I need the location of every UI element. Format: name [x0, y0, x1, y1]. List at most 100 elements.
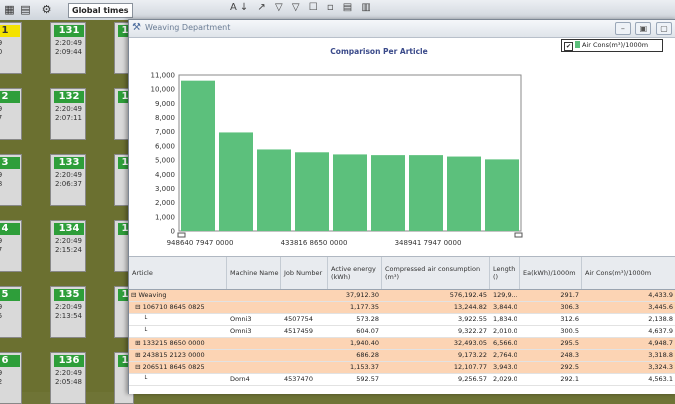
- column-header[interactable]: Ea(kWh)/1000m: [520, 257, 582, 289]
- table-cell: 291.7: [560, 291, 579, 299]
- table-cell: 13,244.82: [453, 303, 487, 311]
- bar: [257, 149, 291, 231]
- tile-time-2: :17: [0, 114, 3, 122]
- table-cell: [284, 350, 325, 361]
- machine-tile[interactable]: 136 2:20:49 2:05:48: [50, 352, 86, 404]
- global-times-field[interactable]: Global times: [68, 3, 133, 18]
- chart-icon[interactable]: ▦: [3, 3, 16, 16]
- y-tick-label: 11,000: [151, 72, 176, 80]
- range-handle-right: [514, 232, 523, 238]
- table-cell: [230, 302, 278, 313]
- machine-tile[interactable]: 2:49:17: [0, 88, 22, 140]
- table-row[interactable]: └ Omni3 4507754 573.28 3,922.55 1,834.0 312.6 2…: [129, 314, 675, 326]
- machine-tile[interactable]: 5:49:55: [0, 286, 22, 338]
- machine-tile[interactable]: 135 2:20:49 2:13:54: [50, 286, 86, 338]
- table-cell: 306.3: [560, 303, 579, 311]
- table-cell: [284, 362, 325, 373]
- tile-time-1: 2:20:49: [55, 237, 82, 245]
- tile-time-1: :49: [0, 39, 3, 47]
- table-row[interactable]: ⊞ 243815 2123 0000 686.28 9,173.22 2,764.0 2…: [129, 350, 675, 362]
- table-row[interactable]: ⊟ 206511 8645 0825 1,153.37 12,107.77 3,943…: [129, 362, 675, 374]
- table-cell: [230, 338, 278, 349]
- table-cell: [284, 338, 325, 349]
- machine-tile[interactable]: 1:49:00: [0, 22, 22, 74]
- weaving-department-window: ⚒ Weaving Department – ▣ ▢ Comparison Pe…: [128, 19, 675, 394]
- table-row[interactable]: └ Omni3 4517459 604.07 9,322.27 2,010.0 300.5 4…: [129, 326, 675, 338]
- window-title: Weaving Department: [145, 23, 231, 32]
- table-cell: 1,153.37: [350, 363, 379, 371]
- y-tick-label: 1,000: [155, 213, 175, 221]
- table-cell: 37,912.30: [345, 291, 379, 299]
- settings-icon[interactable]: ⚙: [40, 3, 53, 16]
- article-cell: └: [131, 375, 148, 383]
- column-header[interactable]: Job Number: [281, 257, 328, 289]
- y-tick-label: 10,000: [151, 86, 176, 94]
- machine-tile[interactable]: 4:49:27: [0, 220, 22, 272]
- y-tick-label: 3,000: [155, 185, 175, 193]
- x-tick-label: 433816 8650 0000: [281, 239, 348, 247]
- y-tick-label: 0: [171, 228, 175, 236]
- table-cell: 4517459: [284, 327, 313, 335]
- table-cell: 292.1: [560, 375, 579, 383]
- table-cell: 300.5: [560, 327, 579, 335]
- machine-tile[interactable]: 133 2:20:49 2:06:37: [50, 154, 86, 206]
- table-cell: 4,637.9: [648, 327, 673, 335]
- column-header[interactable]: Active energy (kWh): [328, 257, 382, 289]
- table-cell: 3,943.0: [493, 363, 517, 371]
- tile-time-1: 2:20:49: [55, 105, 82, 113]
- table-cell: 295.5: [560, 339, 579, 347]
- tile-number: 4: [0, 223, 20, 235]
- machine-tile[interactable]: 6:49:12: [0, 352, 22, 404]
- tile-number: 132: [54, 91, 84, 103]
- y-tick-label: 2,000: [155, 199, 175, 207]
- maximize-button[interactable]: ▣: [635, 22, 652, 35]
- machine-tile[interactable]: 3:49:18: [0, 154, 22, 206]
- y-tick-label: 5,000: [155, 157, 175, 165]
- table-cell: 3,445.6: [648, 303, 673, 311]
- table-cell: 2,010.0: [493, 327, 517, 335]
- table-cell: 9,322.27: [458, 327, 487, 335]
- tile-time-1: :49: [0, 105, 3, 113]
- machine-tile[interactable]: 131 2:20:49 2:09:44: [50, 22, 86, 74]
- column-header[interactable]: Article: [129, 257, 227, 289]
- table-cell: 4,948.7: [648, 339, 673, 347]
- article-cell: ⊟ 106710 8645 0825: [131, 303, 205, 311]
- table-row[interactable]: ⊞ 133215 8650 0000 1,940.40 32,493.05 6,566…: [129, 338, 675, 350]
- bar: [219, 132, 253, 231]
- bar: [409, 155, 443, 231]
- tile-number: 5: [0, 289, 20, 301]
- tile-time-2: :12: [0, 378, 3, 386]
- layout-icon[interactable]: ▤: [19, 3, 32, 16]
- table-cell: 4,563.1: [648, 375, 673, 383]
- tile-number: 135: [54, 289, 84, 301]
- table-row[interactable]: ⊟ Weaving 37,912.30 576,192.45 129,9... 291.…: [129, 290, 675, 302]
- machine-tile[interactable]: 134 2:20:49 2:15:24: [50, 220, 86, 272]
- tile-time-1: 2:20:49: [55, 171, 82, 179]
- minimize-button[interactable]: –: [614, 22, 631, 35]
- column-header[interactable]: Length (): [490, 257, 520, 289]
- main-toolbar: ▦ ▤ ⚙ Global times A↓ ↗ ▽ ▽ ☐ ▫ ▤ ▥: [0, 0, 675, 21]
- table-cell: 3,318.8: [648, 351, 673, 359]
- close-button[interactable]: ▢: [656, 22, 672, 35]
- table-cell: Omni3: [230, 315, 252, 323]
- toolbar-tools[interactable]: A↓ ↗ ▽ ▽ ☐ ▫ ▤ ▥: [230, 2, 374, 13]
- column-header[interactable]: Air Cons(m³)/1000m: [582, 257, 675, 289]
- table-cell: 4,433.9: [648, 291, 673, 299]
- table-cell: 4507754: [284, 315, 313, 323]
- column-header[interactable]: Compressed air consumption (m³): [382, 257, 490, 289]
- column-header[interactable]: Machine Name: [227, 257, 281, 289]
- table-cell: [230, 362, 278, 373]
- article-cell: ⊟ 206511 8645 0825: [131, 363, 205, 371]
- x-tick-label: 948640 7947 0000: [167, 239, 234, 247]
- table-row[interactable]: ⊟ 106710 8645 0825 1,177.35 13,244.82 3,844…: [129, 302, 675, 314]
- article-cell: ⊞ 243815 2123 0000: [131, 351, 205, 359]
- tile-number: 3: [0, 157, 20, 169]
- y-tick-label: 9,000: [155, 100, 175, 108]
- article-cell: └: [131, 327, 148, 335]
- table-cell: 3,324.3: [648, 363, 673, 371]
- bar: [447, 156, 481, 231]
- x-tick-label: 348941 7947 0000: [395, 239, 462, 247]
- machine-tile[interactable]: 132 2:20:49 2:07:11: [50, 88, 86, 140]
- table-cell: 573.28: [356, 315, 379, 323]
- table-row[interactable]: └ Dorn4 4537470 592.57 9,256.57 2,029.0 292.1 4…: [129, 374, 675, 386]
